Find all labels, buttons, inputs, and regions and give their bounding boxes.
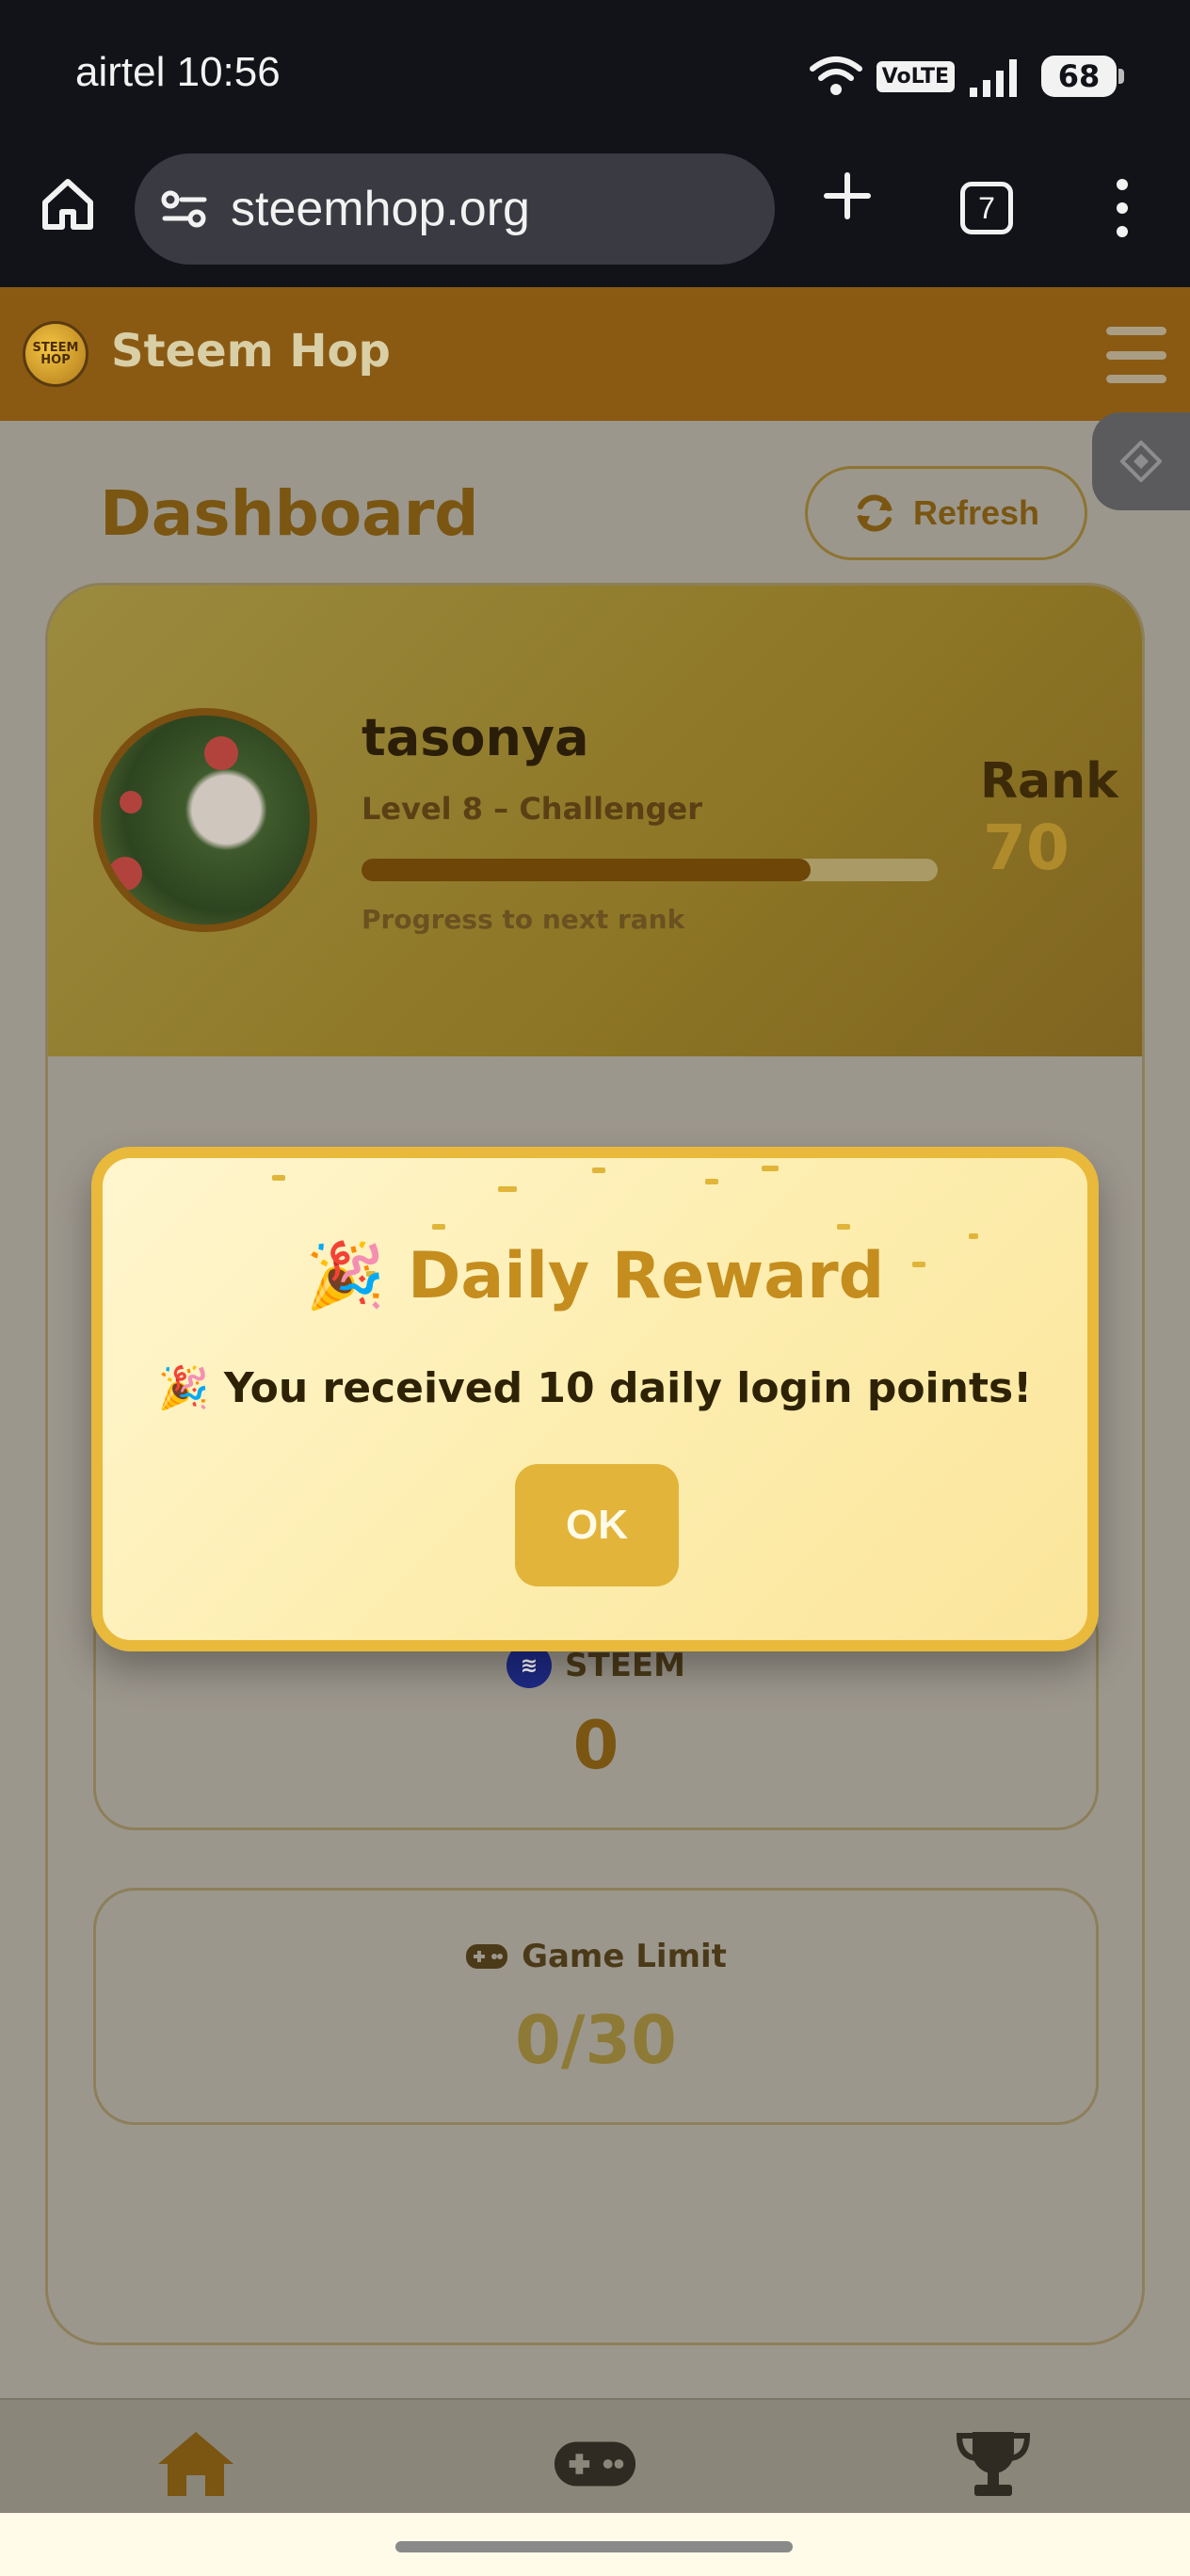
stat-card-game-limit: Game Limit 0/30 (93, 1888, 1099, 2125)
progress-label: Progress to next rank (362, 904, 685, 935)
binance-diamond-icon (1120, 441, 1162, 482)
app-title[interactable]: Steem Hop (111, 325, 391, 378)
signal-icon (970, 59, 1017, 97)
browser-toolbar: steemhop.org 7 (0, 141, 1190, 287)
home-icon (158, 2432, 233, 2496)
status-carrier-time: airtel 10:56 (75, 49, 281, 95)
gesture-handle[interactable] (395, 2541, 793, 2552)
stat-steem-label: STEEM (565, 1647, 685, 1684)
nav-leaderboard[interactable] (951, 2426, 1036, 2502)
floating-widget[interactable] (1092, 412, 1190, 510)
more-vert-icon[interactable] (1102, 175, 1143, 241)
status-icons: VoLTE 68 (809, 49, 1124, 104)
avatar (93, 708, 317, 932)
username: tasonya (362, 708, 589, 767)
url-text: steemhop.org (231, 182, 530, 236)
new-tab-icon[interactable] (819, 168, 876, 224)
site-settings-icon[interactable] (161, 188, 208, 230)
profile-card: tasonya Level 8 – Challenger Progress to… (48, 586, 1142, 1056)
rank-progress-fill (362, 859, 812, 881)
stat-game-limit-label: Game Limit (522, 1938, 727, 1975)
wifi-icon (809, 56, 862, 95)
modal-message: 🎉 You received 10 daily login points! (157, 1364, 1033, 1412)
address-bar[interactable]: steemhop.org (135, 153, 775, 265)
rank-label: Rank (980, 753, 1118, 810)
hamburger-menu-icon[interactable] (1106, 327, 1166, 383)
stat-game-limit-header: Game Limit (96, 1938, 1096, 1975)
rank-progress-bar (362, 859, 938, 881)
app-header: STEEM HOP Steem Hop (0, 287, 1190, 421)
status-bar: airtel 10:56 VoLTE 68 (0, 0, 1190, 141)
app-logo[interactable]: STEEM HOP (23, 321, 88, 387)
modal-title: 🎉 Daily Reward (305, 1239, 885, 1313)
stat-steem-value: 0 (572, 1707, 619, 1784)
battery-indicator: 68 (1041, 56, 1124, 97)
refresh-label: Refresh (912, 493, 1040, 532)
stat-game-limit-value: 0/30 (515, 2002, 677, 2079)
ok-button[interactable]: OK (515, 1464, 679, 1586)
refresh-button[interactable]: Refresh (805, 466, 1087, 560)
trophy-icon (956, 2432, 1031, 2496)
nav-games[interactable] (553, 2426, 637, 2502)
daily-reward-modal: 🎉 Daily Reward 🎉 You received 10 daily l… (91, 1147, 1099, 1651)
user-level: Level 8 – Challenger (362, 791, 702, 827)
gamepad-icon (466, 1944, 508, 1969)
page-title: Dashboard (100, 477, 479, 550)
gamepad-icon (554, 2441, 636, 2487)
gesture-area (0, 2513, 1190, 2576)
rank-value: 70 (983, 812, 1069, 884)
tabs-icon[interactable]: 7 (960, 182, 1013, 234)
volte-badge: VoLTE (876, 60, 955, 92)
nav-home[interactable] (153, 2426, 238, 2502)
refresh-icon (856, 494, 892, 532)
bottom-nav (0, 2398, 1190, 2513)
home-icon[interactable] (38, 174, 98, 234)
